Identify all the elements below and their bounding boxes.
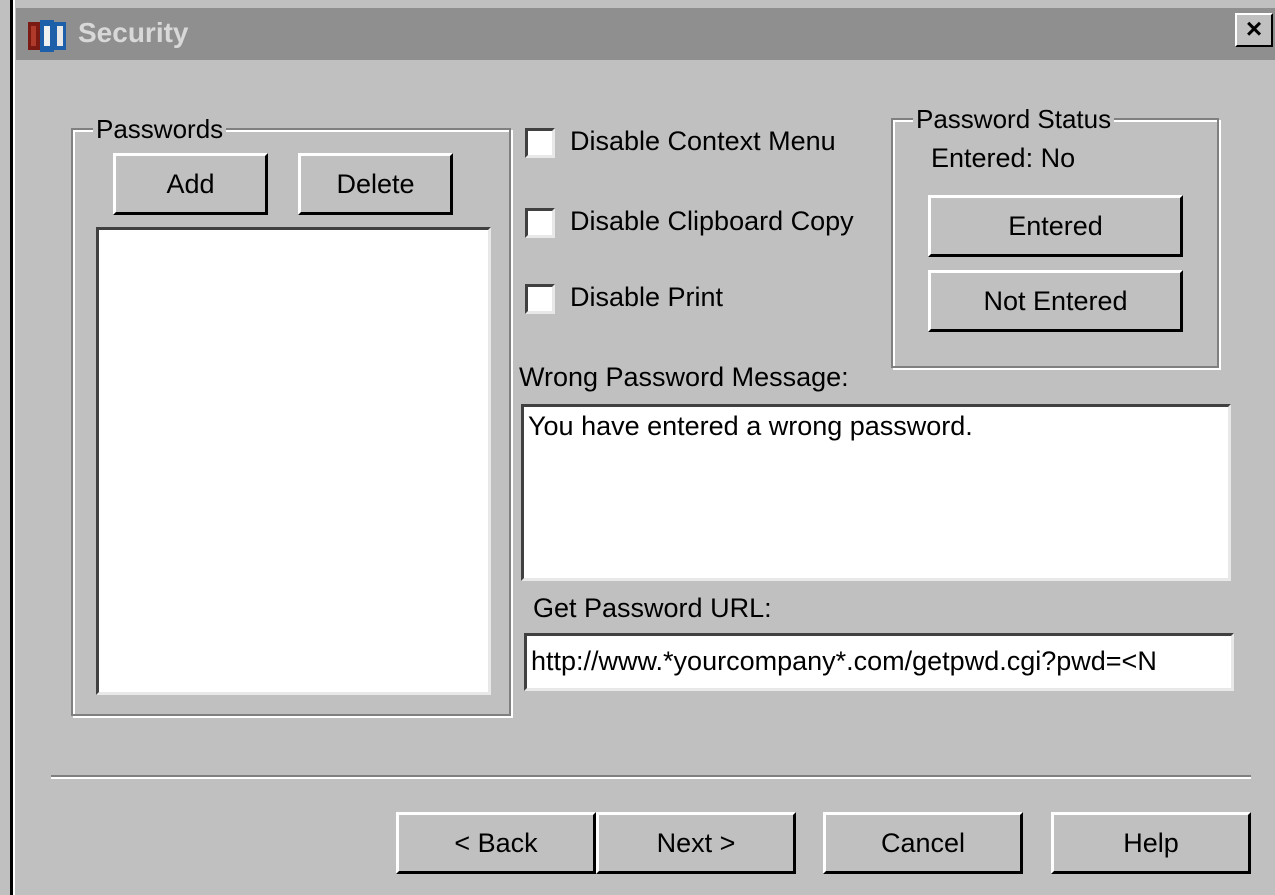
next-button[interactable]: Next > (596, 812, 796, 874)
book-icon (28, 20, 66, 52)
get-password-url-value: http://www.*yourcompany*.com/getpwd.cgi?… (531, 646, 1157, 676)
help-label: Help (1123, 828, 1179, 858)
close-button[interactable]: × (1235, 13, 1273, 47)
password-status-text: Entered: No (931, 143, 1076, 173)
get-password-url-label: Get Password URL: (533, 593, 772, 623)
footer-separator (51, 775, 1251, 779)
add-password-label: Add (166, 169, 215, 199)
title-bar[interactable]: Security × (16, 8, 1275, 60)
cancel-button[interactable]: Cancel (823, 812, 1023, 874)
entered-button[interactable]: Entered (928, 195, 1183, 257)
disable-context-menu-checkbox[interactable] (525, 128, 555, 158)
security-dialog: Security × Passwords Add Delete Disable … (10, 0, 1275, 895)
delete-password-button[interactable]: Delete (298, 153, 453, 215)
disable-clipboard-copy-checkbox[interactable] (525, 208, 555, 238)
back-label: < Back (454, 828, 538, 858)
wrong-password-message-label: Wrong Password Message: (519, 362, 849, 392)
back-button[interactable]: < Back (396, 812, 596, 874)
wrong-password-message-value: You have entered a wrong password. (528, 411, 973, 441)
not-entered-label: Not Entered (983, 286, 1128, 316)
passwords-legend: Passwords (93, 114, 227, 144)
disable-print-label: Disable Print (570, 282, 724, 312)
get-password-url-input[interactable]: http://www.*yourcompany*.com/getpwd.cgi?… (524, 633, 1234, 691)
entered-label: Entered (1008, 211, 1103, 241)
add-password-button[interactable]: Add (113, 153, 268, 215)
wrong-password-message-textarea[interactable]: You have entered a wrong password. (521, 404, 1231, 581)
disable-context-menu-label: Disable Context Menu (570, 126, 836, 156)
not-entered-button[interactable]: Not Entered (928, 270, 1183, 332)
password-status-legend: Password Status (913, 104, 1115, 134)
passwords-list[interactable] (96, 227, 491, 695)
close-icon: × (1245, 13, 1263, 44)
delete-password-label: Delete (336, 169, 415, 199)
help-button[interactable]: Help (1051, 812, 1251, 874)
disable-clipboard-copy-label: Disable Clipboard Copy (570, 206, 854, 236)
window-title: Security (78, 17, 189, 48)
next-label: Next > (656, 828, 736, 858)
disable-print-checkbox[interactable] (525, 284, 555, 314)
cancel-label: Cancel (880, 828, 966, 858)
